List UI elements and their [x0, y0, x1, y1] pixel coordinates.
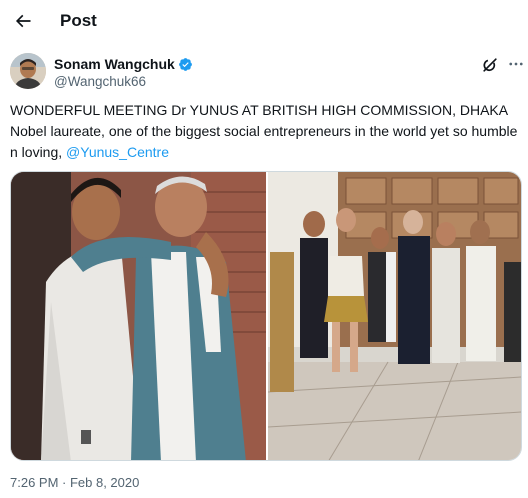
- author-display-name[interactable]: Sonam Wangchuk: [54, 55, 175, 73]
- post-media: [10, 171, 522, 461]
- more-dots-icon: [509, 62, 523, 66]
- author-handle[interactable]: @Wangchuk66: [54, 73, 146, 91]
- back-button[interactable]: [8, 6, 38, 36]
- page-title: Post: [60, 11, 97, 30]
- avatar[interactable]: [10, 53, 46, 89]
- post-text-line1: WONDERFUL MEETING Dr YUNUS AT BRITISH HI…: [10, 102, 509, 118]
- mention-link[interactable]: @Yunus_Centre: [66, 144, 169, 160]
- arrow-left-icon: [15, 14, 31, 28]
- more-options-button[interactable]: [506, 54, 526, 74]
- post-author: Sonam Wangchuk @Wangchuk66: [10, 53, 523, 93]
- post-text-line2: Nobel laureate, one of the biggest socia…: [10, 121, 518, 163]
- verified-badge-icon: [178, 57, 192, 71]
- post-header: Post: [0, 0, 528, 42]
- media-photo-2[interactable]: [268, 172, 521, 460]
- media-photo-1[interactable]: [11, 172, 266, 460]
- post-text: WONDERFUL MEETING Dr YUNUS AT BRITISH HI…: [10, 100, 518, 163]
- grok-icon[interactable]: [480, 55, 500, 75]
- post-timestamp[interactable]: 7:26 PM · Feb 8, 2020: [10, 474, 139, 492]
